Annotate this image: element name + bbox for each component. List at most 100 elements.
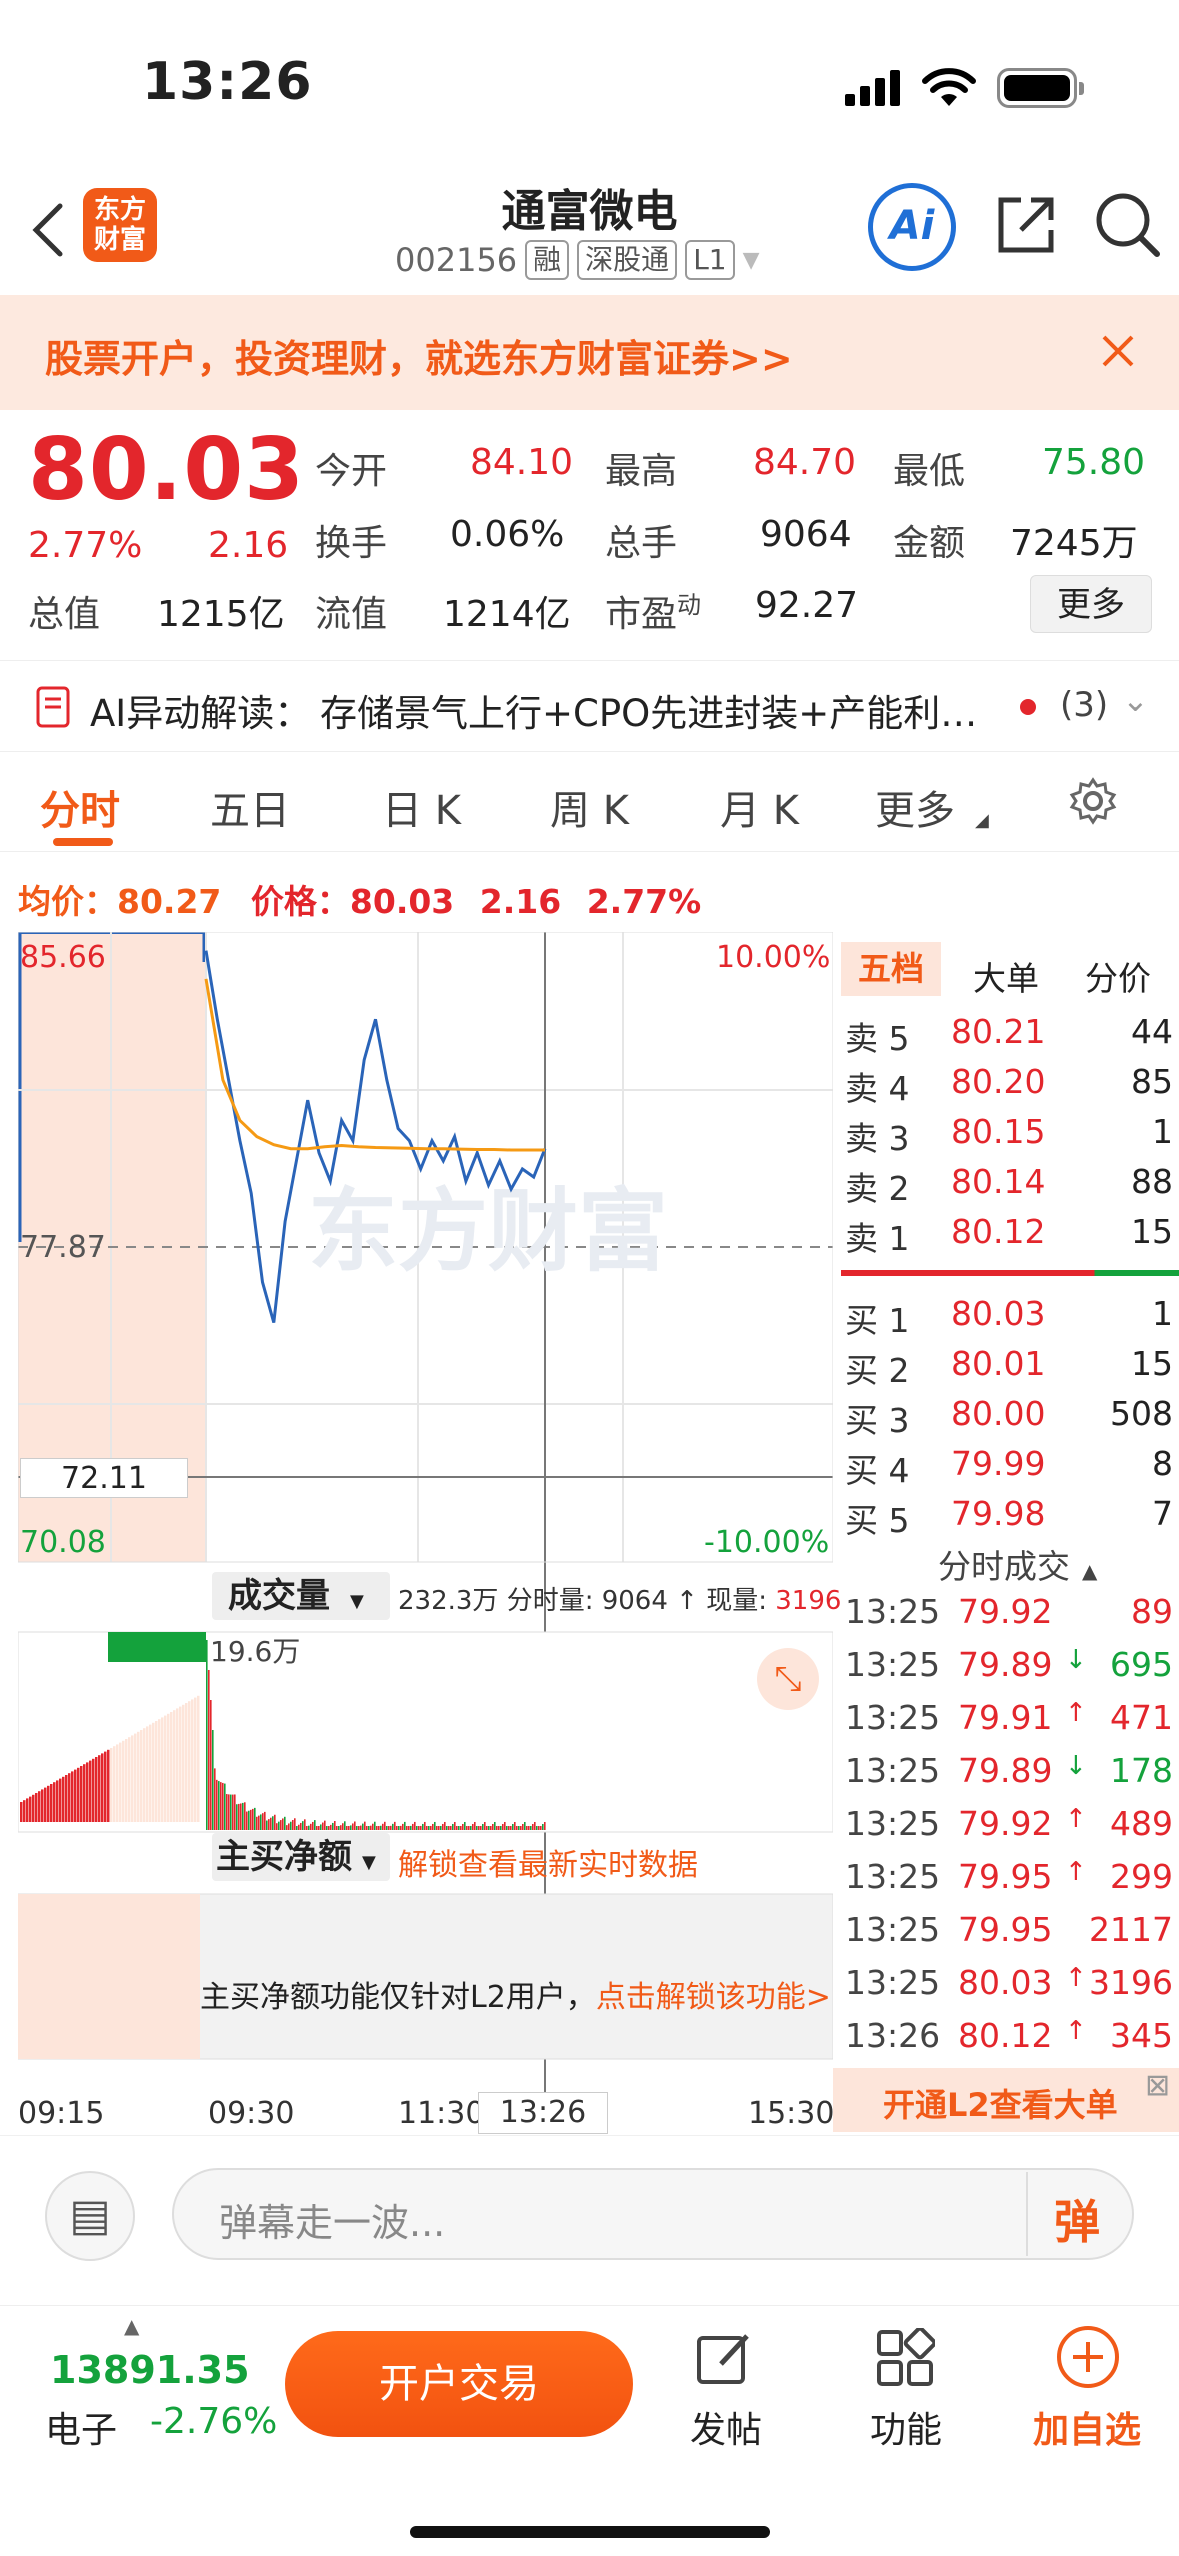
volume-bar — [356, 1826, 358, 1830]
volume-bar — [440, 1825, 442, 1830]
ask-row-1[interactable]: 卖 5 80.21 44 — [833, 1012, 1179, 1062]
bid-row-1[interactable]: 买 1 80.03 1 — [833, 1294, 1179, 1344]
net-buy-unlock-link[interactable]: 解锁查看最新实时数据 — [398, 1840, 698, 1884]
volume-bar — [488, 1826, 490, 1830]
volume-bar — [474, 1821, 476, 1830]
close-icon[interactable] — [1100, 333, 1136, 369]
pre-volume-bar — [65, 1775, 68, 1822]
tab-intraday[interactable]: 分时 — [40, 778, 120, 836]
search-icon[interactable] — [1093, 190, 1163, 260]
trade-direction: ↑ — [1065, 1857, 1087, 1887]
bid-row-5[interactable]: 买 5 79.98 7 — [833, 1494, 1179, 1544]
add-watchlist-label[interactable]: 加自选 — [1033, 2401, 1141, 2453]
banner-text[interactable]: 股票开户，投资理财，就选东方财富证券>> — [45, 328, 793, 383]
edit-icon[interactable] — [695, 2328, 755, 2388]
level-volume: 88 — [1131, 1162, 1173, 1201]
tab-daily-k[interactable]: 日 K — [382, 778, 461, 836]
trade-price: 79.91 — [958, 1698, 1053, 1737]
volume-selector[interactable]: 成交量 ▼ — [212, 1572, 390, 1620]
trade-direction: ↑ — [1065, 1698, 1087, 1728]
level-price: 80.20 — [951, 1062, 1046, 1101]
grid-icon[interactable] — [875, 2328, 935, 2388]
unlock-feature-link[interactable]: 点击解锁该功能> — [596, 1980, 831, 2015]
pre-volume-bar — [74, 1769, 77, 1822]
index-expand-icon[interactable]: ▲ — [124, 2314, 139, 2338]
volume-bar — [498, 1826, 500, 1830]
volume-bar — [448, 1826, 450, 1830]
tab-more[interactable]: 更多 — [875, 778, 955, 836]
volume-label: 总手 — [605, 523, 678, 564]
volume-bar — [524, 1821, 526, 1830]
volume-bar — [532, 1823, 534, 1830]
ask-row-3[interactable]: 卖 3 80.15 1 — [833, 1112, 1179, 1162]
more-button[interactable]: 更多 — [1030, 575, 1152, 633]
volume-bar — [442, 1823, 444, 1830]
level-volume: 7 — [1152, 1494, 1173, 1533]
add-circle-icon[interactable] — [1055, 2324, 1121, 2390]
volume-bar — [386, 1826, 388, 1830]
volume-bar — [340, 1825, 342, 1830]
level-price: 80.01 — [951, 1344, 1046, 1383]
tab-five-level[interactable]: 五档 — [841, 942, 941, 996]
bid-row-4[interactable]: 买 4 79.99 8 — [833, 1444, 1179, 1494]
volume-bar — [226, 1794, 228, 1830]
trade-direction: ↑ — [1065, 1804, 1087, 1834]
turnover-value: 0.06% — [450, 514, 565, 555]
volume-bar — [406, 1826, 408, 1830]
l2-upgrade-bar[interactable]: 开通L2查看大单 ⊠ — [833, 2068, 1179, 2132]
bid-row-3[interactable]: 买 3 80.00 508 — [833, 1394, 1179, 1444]
index-value[interactable]: 13891.35 — [50, 2348, 250, 2392]
comment-input[interactable]: 弹幕走一波... 弹 — [172, 2168, 1134, 2260]
volume-bar — [394, 1821, 396, 1830]
pre-volume-bar — [194, 1697, 197, 1822]
gear-icon[interactable] — [1068, 776, 1118, 826]
tab-five-day[interactable]: 五日 — [210, 778, 290, 836]
chevron-down-icon[interactable]: ▼ — [743, 248, 760, 273]
pre-volume-bar — [41, 1789, 44, 1822]
share-icon[interactable] — [993, 192, 1059, 258]
tab-monthly-k[interactable]: 月 K — [720, 778, 799, 836]
tab-weekly-k[interactable]: 周 K — [550, 778, 629, 836]
volume-bar — [304, 1819, 306, 1830]
ask-row-5[interactable]: 卖 1 80.12 15 — [833, 1212, 1179, 1262]
volume-bar — [454, 1821, 456, 1830]
expand-icon[interactable]: ⤡ — [757, 1648, 819, 1710]
ask-row-2[interactable]: 卖 4 80.20 85 — [833, 1062, 1179, 1112]
volume-bar — [332, 1822, 334, 1830]
promo-banner[interactable]: 股票开户，投资理财，就选东方财富证券>> — [0, 295, 1179, 410]
ai-analysis-bar[interactable]: AI异动解读： 存储景气上行+CPO先进封装+产能利… (3) ⌄ — [0, 660, 1179, 752]
volume-bar — [508, 1826, 510, 1830]
l2-upgrade-text[interactable]: 开通L2查看大单 — [883, 2080, 1118, 2126]
trades-title: 分时成交 ▲ — [938, 1547, 1098, 1586]
function-label[interactable]: 功能 — [870, 2401, 942, 2453]
net-buy-selector[interactable]: 主买净额 ▼ — [212, 1833, 390, 1881]
danmaku-button[interactable]: 弹 — [1054, 2186, 1100, 2252]
level-volume: 1 — [1152, 1294, 1173, 1333]
volume-bar — [264, 1811, 266, 1830]
intraday-chart[interactable]: 东方财富 — [18, 932, 833, 2092]
volume-bar — [418, 1826, 420, 1830]
notes-icon[interactable]: ▤ — [45, 2171, 135, 2261]
bid-row-2[interactable]: 买 2 80.01 15 — [833, 1344, 1179, 1394]
ask-row-4[interactable]: 卖 2 80.14 88 — [833, 1162, 1179, 1212]
chevron-down-icon[interactable]: ⌄ — [1122, 681, 1149, 719]
volume-bar — [368, 1826, 370, 1830]
volume-bar — [216, 1779, 218, 1830]
volume-bar — [238, 1803, 240, 1830]
ai-icon[interactable]: Ai — [868, 183, 956, 271]
post-label[interactable]: 发帖 — [690, 2401, 762, 2453]
trade-price: 79.95 — [958, 1910, 1053, 1949]
volume-bar — [206, 1640, 208, 1830]
volume-bar — [270, 1817, 272, 1830]
volume-bar — [520, 1825, 522, 1830]
trade-price: 80.12 — [958, 2016, 1053, 2055]
tab-price-dist[interactable]: 分价 — [1085, 952, 1151, 1000]
volume-bar — [480, 1825, 482, 1830]
level-volume: 15 — [1131, 1344, 1173, 1383]
trade-row: 13:25 79.95 ↑ 299 — [833, 1857, 1179, 1907]
stock-code: 002156 — [395, 241, 518, 279]
volume-bar — [218, 1781, 220, 1830]
trade-button[interactable]: 开户交易 — [285, 2331, 633, 2437]
tab-big-order[interactable]: 大单 — [973, 952, 1039, 1000]
close-icon[interactable]: ⊠ — [1145, 2068, 1170, 2103]
